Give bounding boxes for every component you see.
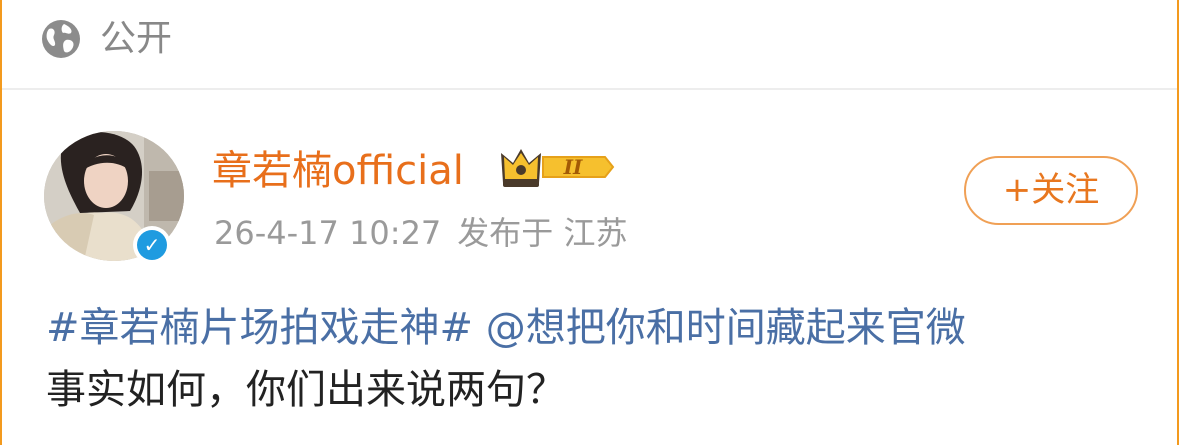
level-badge-label: II xyxy=(563,155,583,179)
post-text: 事实如何，你们出来说两句？ xyxy=(46,367,566,413)
post-location: 发布于 江苏 xyxy=(457,214,628,252)
author-name[interactable]: 章若楠official xyxy=(212,146,464,196)
crown-icon: II xyxy=(501,149,615,187)
weibo-post-card: 公开 ✓ 章若楠official II 26-4-17 10:27 发布于 江苏 … xyxy=(0,0,1179,445)
verified-badge: ✓ xyxy=(133,226,171,264)
globe-icon xyxy=(42,20,80,58)
follow-button[interactable]: +关注 xyxy=(964,156,1138,225)
post-text-line-1: #章若楠片场拍戏走神# @想把你和时间藏起来官微 xyxy=(46,300,966,356)
post-meta: 26-4-17 10:27 发布于 江苏 xyxy=(214,210,627,256)
verified-icon: ✓ xyxy=(137,230,167,260)
mention-link[interactable]: @想把你和时间藏起来官微 xyxy=(486,305,966,351)
visibility-bar: 公开 xyxy=(2,0,1177,88)
post-time: 26-4-17 10:27 xyxy=(214,214,442,252)
divider xyxy=(2,88,1177,90)
topic-link[interactable]: #章若楠片场拍戏走神# xyxy=(46,305,473,351)
visibility-label: 公开 xyxy=(100,18,173,59)
